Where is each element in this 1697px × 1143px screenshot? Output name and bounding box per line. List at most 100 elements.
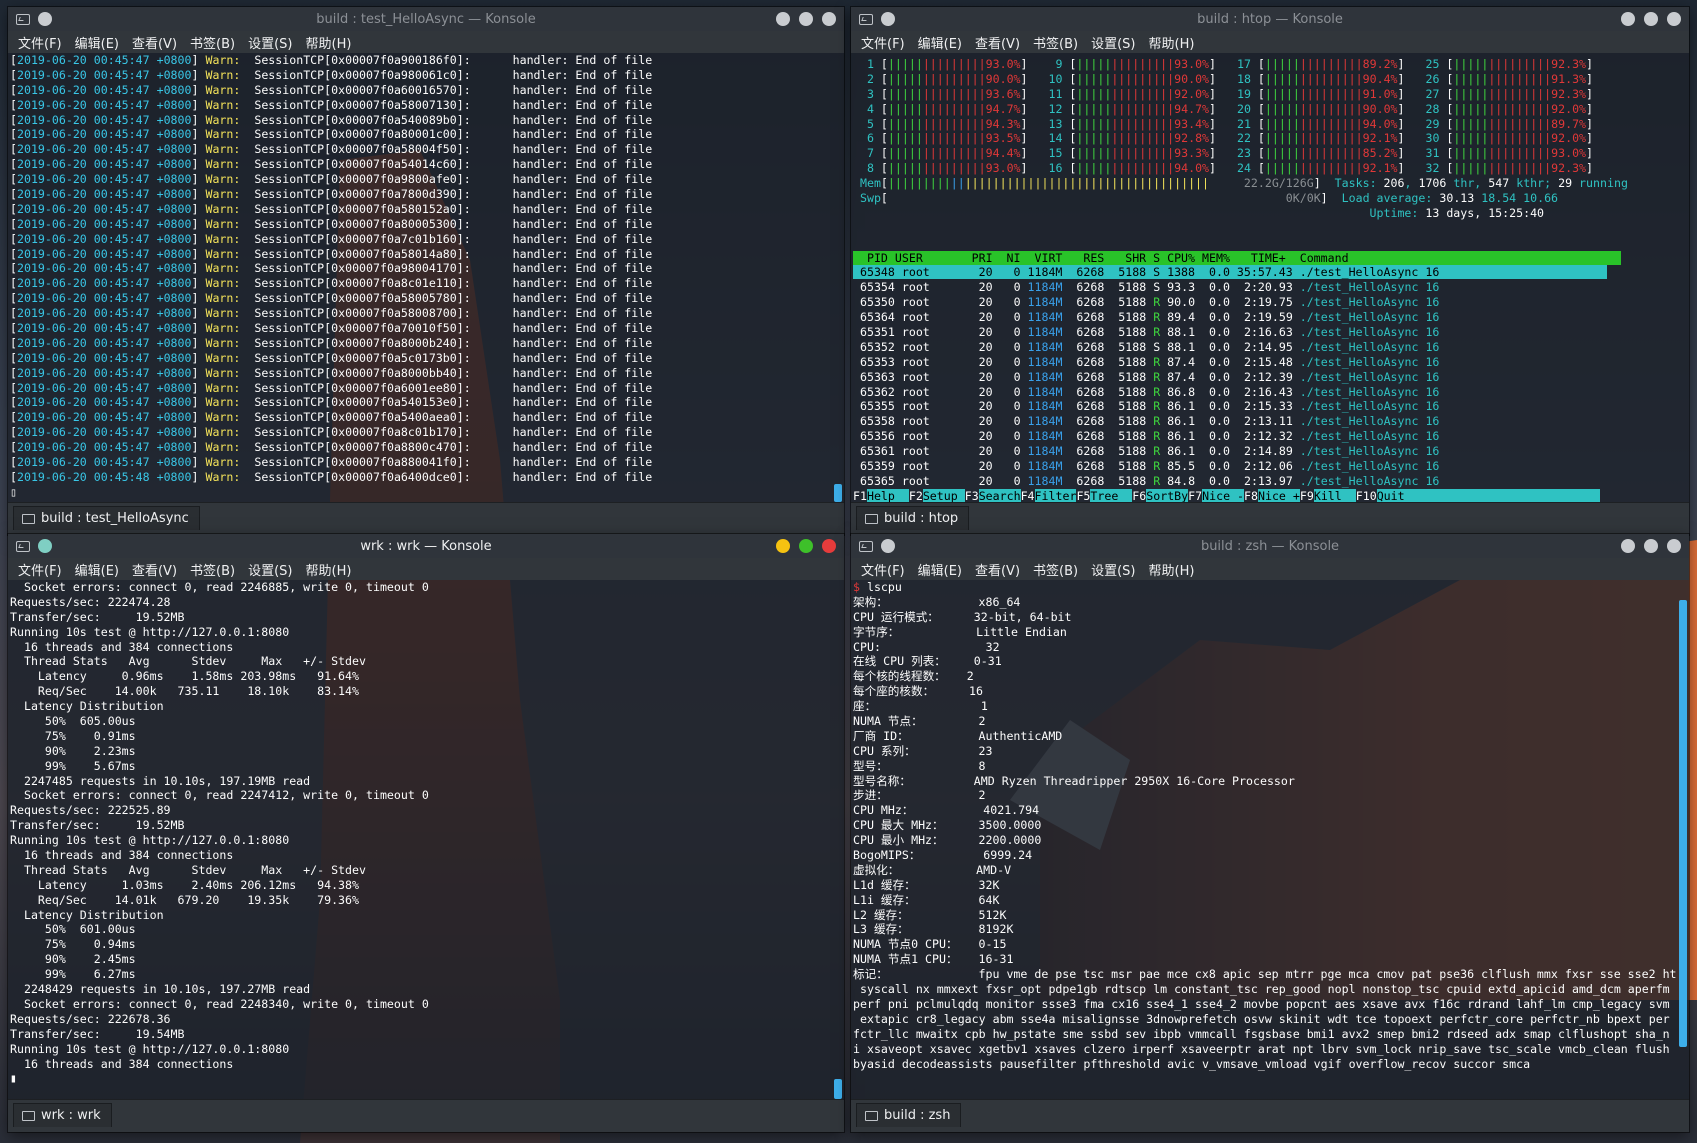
fkey-f9[interactable]: F9Kill: [1300, 488, 1356, 502]
log-pointer: 0x00007f0a80005300: [331, 216, 457, 231]
minimize-button[interactable]: [776, 539, 790, 553]
minimize-button[interactable]: [776, 12, 790, 26]
session-tab[interactable]: build : htop: [856, 506, 970, 530]
scrollbar[interactable]: [834, 53, 842, 502]
menu-help[interactable]: 帮助(H): [306, 33, 352, 52]
fkey-f7[interactable]: F7Nice -: [1188, 488, 1245, 502]
fkey-f10[interactable]: F10Quit: [1356, 488, 1419, 502]
load-15: 10.66: [1523, 191, 1559, 206]
menu-help[interactable]: 帮助(H): [306, 560, 352, 579]
close-button[interactable]: [822, 539, 836, 553]
command: ./test_HelloAsync 16: [1292, 384, 1440, 399]
process-row[interactable]: 65350 root 20 0 1184M 6268 5188 R 90.0 0…: [853, 295, 1687, 310]
konsole-window-test-helloasync[interactable]: build : test_HelloAsync — Konsole 文件(F) 编…: [8, 7, 844, 535]
menu-bookmarks[interactable]: 书签(B): [190, 33, 235, 52]
menu-bar: 文件(F) 编辑(E) 查看(V) 书签(B) 设置(S) 帮助(H): [8, 558, 844, 580]
process-row[interactable]: 65355 root 20 0 1184M 6268 5188 R 86.1 0…: [853, 399, 1687, 414]
menu-file[interactable]: 文件(F): [861, 560, 905, 579]
maximize-button[interactable]: [799, 12, 813, 26]
cpu-bar-user: |||||: [1264, 116, 1300, 131]
menu-settings[interactable]: 设置(S): [1091, 33, 1135, 52]
menu-bookmarks[interactable]: 书签(B): [190, 560, 235, 579]
menu-edit[interactable]: 编辑(E): [75, 560, 119, 579]
scroll-thumb[interactable]: [1679, 600, 1687, 1047]
menu-settings[interactable]: 设置(S): [248, 560, 292, 579]
fkey-f3[interactable]: F3Search: [965, 488, 1021, 502]
menu-view[interactable]: 查看(V): [975, 33, 1020, 52]
menu-settings[interactable]: 设置(S): [1091, 560, 1135, 579]
session-tab[interactable]: build : test_HelloAsync: [13, 506, 200, 530]
minimize-button[interactable]: [1621, 539, 1635, 553]
fkey-f2[interactable]: F2Setup: [909, 488, 965, 502]
menu-help[interactable]: 帮助(H): [1149, 560, 1195, 579]
konsole-window-wrk[interactable]: wrk : wrk — Konsole 文件(F) 编辑(E) 查看(V) 书签(B)…: [8, 534, 844, 1132]
konsole-window-htop[interactable]: build : htop — Konsole 文件(F) 编辑(E) 查看(V) 书签…: [851, 7, 1689, 535]
process-row[interactable]: 65361 root 20 0 1184M 6268 5188 R 86.1 0…: [853, 444, 1687, 459]
title-bar[interactable]: wrk : wrk — Konsole: [8, 534, 844, 558]
fkey-f1[interactable]: F1Help: [853, 488, 909, 502]
menu-edit[interactable]: 编辑(E): [918, 560, 962, 579]
terminal-output[interactable]: Socket errors: connect 0, read 2246885, …: [8, 580, 832, 1099]
scroll-thumb[interactable]: [834, 1079, 842, 1099]
konsole-window-zsh[interactable]: build : zsh — Konsole 文件(F) 编辑(E) 查看(V) 书签(…: [851, 534, 1689, 1132]
close-button[interactable]: [822, 12, 836, 26]
session-tab[interactable]: build : zsh: [856, 1103, 962, 1127]
terminal-output[interactable]: $ lscpu 架构： x86_64 CPU 运行模式： 32-bit, 64-bi…: [851, 580, 1677, 1099]
process-row[interactable]: 65353 root 20 0 1184M 6268 5188 R 87.4 0…: [853, 355, 1687, 370]
menu-file[interactable]: 文件(F): [18, 33, 62, 52]
process-row[interactable]: 65364 root 20 0 1184M 6268 5188 R 89.4 0…: [853, 310, 1687, 325]
process-row[interactable]: 65354 root 20 0 1184M 6268 5188 S 93.3 0…: [853, 280, 1687, 295]
process-row[interactable]: 65351 root 20 0 1184M 6268 5188 R 88.1 0…: [853, 325, 1687, 340]
log-line: [2019-06-20 00:45:47 +0800] Warn: Sessio…: [10, 395, 832, 410]
process-row[interactable]: 65352 root 20 0 1184M 6268 5188 S 88.1 0…: [853, 340, 1687, 355]
keep-above-button[interactable]: [38, 539, 52, 553]
htop-screen[interactable]: 1 [||||||||||||||93.0%] 9 [|||||||||||||…: [851, 57, 1687, 502]
menu-bookmarks[interactable]: 书签(B): [1033, 33, 1078, 52]
fkey-f4[interactable]: F4Filter: [1021, 488, 1077, 502]
fkey-f6[interactable]: F6SortBy: [1132, 488, 1189, 502]
menu-view[interactable]: 查看(V): [132, 560, 177, 579]
menu-settings[interactable]: 设置(S): [248, 33, 292, 52]
fkey-f5[interactable]: F5Tree: [1076, 488, 1133, 502]
session-tab[interactable]: wrk : wrk: [13, 1103, 112, 1127]
keep-above-button[interactable]: [881, 12, 895, 26]
menu-edit[interactable]: 编辑(E): [75, 33, 119, 52]
menu-bookmarks[interactable]: 书签(B): [1033, 560, 1078, 579]
close-button[interactable]: [1667, 539, 1681, 553]
minimize-button[interactable]: [1621, 12, 1635, 26]
cpu-percent: 93.3%: [1174, 146, 1210, 161]
menu-help[interactable]: 帮助(H): [1149, 33, 1195, 52]
menu-edit[interactable]: 编辑(E): [918, 33, 962, 52]
log-level: Warn:: [205, 172, 241, 187]
process-row[interactable]: 65356 root 20 0 1184M 6268 5188 R 86.1 0…: [853, 429, 1687, 444]
scroll-thumb[interactable]: [834, 484, 842, 502]
menu-file[interactable]: 文件(F): [861, 33, 905, 52]
process-row[interactable]: 65348 root 20 0 1184M 6268 5188 S 1388 0…: [853, 265, 1687, 280]
process-row[interactable]: 65365 root 20 0 1184M 6268 5188 R 84.8 0…: [853, 474, 1687, 489]
menu-view[interactable]: 查看(V): [132, 33, 177, 52]
maximize-button[interactable]: [1644, 12, 1658, 26]
process-row[interactable]: 65362 root 20 0 1184M 6268 5188 R 86.8 0…: [853, 385, 1687, 400]
title-bar[interactable]: build : htop — Konsole: [851, 7, 1689, 31]
log-level: Warn:: [205, 365, 241, 380]
log-line: [2019-06-20 00:45:47 +0800] Warn: Sessio…: [10, 172, 832, 187]
title-bar[interactable]: build : test_HelloAsync — Konsole: [8, 7, 844, 31]
maximize-button[interactable]: [799, 539, 813, 553]
scrollbar[interactable]: [1679, 580, 1687, 1099]
title-bar[interactable]: build : zsh — Konsole: [851, 534, 1689, 558]
fkey-f8[interactable]: F8Nice +: [1244, 488, 1300, 502]
close-button[interactable]: [1667, 12, 1681, 26]
keep-above-button[interactable]: [38, 12, 52, 26]
bracket: [: [10, 440, 17, 455]
process-row[interactable]: 65358 root 20 0 1184M 6268 5188 R 86.1 0…: [853, 414, 1687, 429]
process-row[interactable]: 65359 root 20 0 1184M 6268 5188 R 85.5 0…: [853, 459, 1687, 474]
keep-above-button[interactable]: [881, 539, 895, 553]
terminal-output[interactable]: [2019-06-20 00:45:47 +0800] Warn: Sessio…: [8, 53, 832, 502]
scrollbar[interactable]: [834, 580, 842, 1099]
menu-view[interactable]: 查看(V): [975, 560, 1020, 579]
maximize-button[interactable]: [1644, 539, 1658, 553]
log-message: handler: End of file: [512, 469, 653, 484]
bracket: ]: [191, 395, 206, 410]
process-row[interactable]: 65363 root 20 0 1184M 6268 5188 R 87.4 0…: [853, 370, 1687, 385]
menu-file[interactable]: 文件(F): [18, 560, 62, 579]
